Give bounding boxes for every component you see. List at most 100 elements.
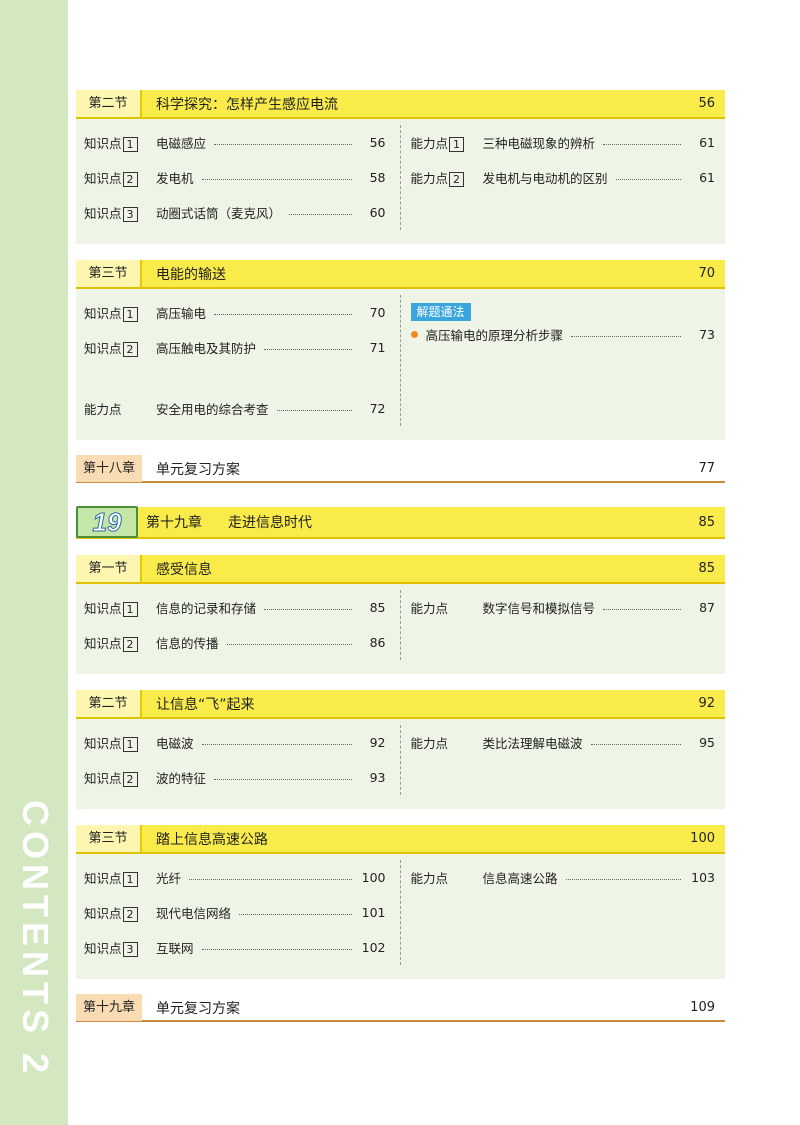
toc-entry[interactable]: 能力点 1 三种电磁现象的辨析 61 xyxy=(410,125,715,160)
chapter-label: 第十九章 xyxy=(146,515,202,531)
leader-dots xyxy=(603,144,681,145)
section-header[interactable]: 第三节 踏上信息高速公路 100 xyxy=(76,825,725,854)
leader-dots xyxy=(201,744,352,745)
section-sec-c: 第一节 感受信息 85 知识点 1 信息的记录和存储 85 知识点 2 信息的传播 86 能… xyxy=(76,555,725,674)
entry-kind: 知识点 xyxy=(84,871,122,886)
section-body: 知识点 1 光纤 100 知识点 2 现代电信网络 101 知识点 3 互联网 102 能力点 信息… xyxy=(76,854,725,979)
toc-entry[interactable]: 能力点 2 发电机与电动机的区别 61 xyxy=(411,160,715,195)
toc-entry[interactable]: 知识点 2 发电机 58 xyxy=(84,160,386,195)
entry-kind: 能力点 xyxy=(410,136,449,151)
entry-kind: 知识点 xyxy=(84,906,122,921)
entry-kind: 知识点 xyxy=(84,736,122,751)
entry-page: 60 xyxy=(369,205,386,220)
right-column: 解题通法 高压输电的原理分析步骤 73 xyxy=(401,295,726,426)
chapter-header[interactable]: 19 第十九章 走进信息时代 85 xyxy=(76,506,725,539)
entry-page: 101 xyxy=(361,905,386,920)
entry-text: 高压触电及其防护 xyxy=(156,341,257,356)
toc-entry[interactable]: 知识点 3 动圈式话筒（麦克风） 60 xyxy=(84,195,386,230)
entry-number: 1 xyxy=(449,137,465,152)
section-body: 知识点 1 信息的记录和存储 85 知识点 2 信息的传播 86 能力点 数字信号和模拟信号 8… xyxy=(76,584,725,674)
entry-text: 数字信号和模拟信号 xyxy=(482,601,596,616)
toc-entry[interactable]: 知识点 2 信息的传播 86 xyxy=(84,625,386,660)
section-header[interactable]: 第二节 科学探究：怎样产生感应电流 56 xyxy=(76,90,725,119)
section-title: 感受信息 xyxy=(156,561,212,578)
toc-entry[interactable]: 知识点 2 波的特征 93 xyxy=(84,760,386,795)
entry-page: 103 xyxy=(691,870,715,885)
contents-vertical-label: CONTENTS 2 xyxy=(15,800,56,1079)
entry-kind: 知识点 xyxy=(84,136,122,151)
entry-text: 安全用电的综合考查 xyxy=(156,402,269,417)
toc-entry[interactable]: 高压输电的原理分析步骤 73 xyxy=(410,317,715,352)
entry-text: 高压输电的原理分析步骤 xyxy=(425,328,564,343)
entry-text: 三种电磁现象的辨析 xyxy=(482,136,596,151)
section-title: 科学探究：怎样产生感应电流 xyxy=(156,96,338,113)
section-label: 第三节 xyxy=(76,260,142,287)
section-header[interactable]: 第二节 让信息“飞”起来 92 xyxy=(76,690,725,719)
leader-dots xyxy=(239,914,352,915)
section-header[interactable]: 第一节 感受信息 85 xyxy=(76,555,725,584)
entry-page: 70 xyxy=(369,305,386,320)
toc-entry[interactable]: 能力点 数字信号和模拟信号 87 xyxy=(411,590,716,625)
leader-dots xyxy=(214,779,352,780)
entry-kind: 知识点 xyxy=(84,341,122,356)
entry-text: 发电机与电动机的区别 xyxy=(482,171,608,186)
toc-entry[interactable]: 知识点 1 电磁感应 56 xyxy=(84,125,386,160)
entry-number: 2 xyxy=(449,172,465,187)
entry-text: 发电机 xyxy=(156,171,194,186)
entry-text: 互联网 xyxy=(156,941,194,956)
right-column: 能力点 信息高速公路 103 xyxy=(401,860,726,965)
entry-page: 93 xyxy=(369,770,386,785)
leader-dots xyxy=(201,179,352,180)
entry-text: 高压输电 xyxy=(156,306,207,321)
left-column: 知识点 1 电磁波 92 知识点 2 波的特征 93 xyxy=(76,725,401,795)
leader-dots xyxy=(615,179,681,180)
toc-content: 第二节 科学探究：怎样产生感应电流 56 知识点 1 电磁感应 56 知识点 2 发电机 5… xyxy=(76,90,725,1046)
right-column: 能力点 数字信号和模拟信号 87 xyxy=(401,590,726,660)
leader-dots xyxy=(603,609,681,610)
section-body: 知识点 1 高压输电 70 知识点 2 高压触电及其防护 71 能力点 安全用电的综合考查 72… xyxy=(76,289,725,440)
entry-page: 102 xyxy=(361,940,386,955)
toc-entry[interactable]: 能力点 类比法理解电磁波 95 xyxy=(411,725,716,760)
entry-number: 2 xyxy=(122,907,138,922)
toc-entry[interactable]: 知识点 1 高压输电 70 xyxy=(84,295,386,330)
section-page: 70 xyxy=(698,266,715,281)
entry-text: 动圈式话筒（麦克风） xyxy=(156,206,282,221)
entry-number: 1 xyxy=(122,602,138,617)
bullet-icon xyxy=(410,331,418,338)
entry-kind: 能力点 xyxy=(410,871,449,886)
section-label: 第三节 xyxy=(76,825,142,852)
section-sec-b: 第三节 电能的输送 70 知识点 1 高压输电 70 知识点 2 高压触电及其防护 71 能… xyxy=(76,260,725,440)
leader-dots xyxy=(201,949,352,950)
section-header[interactable]: 第三节 电能的输送 70 xyxy=(76,260,725,289)
toc-entry[interactable]: 知识点 3 互联网 102 xyxy=(84,930,386,965)
review-page: 109 xyxy=(690,1000,715,1015)
entry-number: 1 xyxy=(122,137,138,152)
section-label: 第二节 xyxy=(76,90,142,117)
entry-number: 2 xyxy=(122,772,138,787)
toc-entry[interactable]: 知识点 1 信息的记录和存储 85 xyxy=(84,590,386,625)
toc-entry[interactable]: 知识点 1 光纤 100 xyxy=(84,860,386,895)
entry-page: 56 xyxy=(369,135,386,150)
unit-review-18[interactable]: 第十八章 单元复习方案 77 xyxy=(76,455,725,483)
toc-entry[interactable]: 知识点 2 现代电信网络 101 xyxy=(84,895,386,930)
entry-number: 3 xyxy=(122,207,138,222)
toc-entry[interactable]: 能力点 信息高速公路 103 xyxy=(411,860,716,895)
toc-entry[interactable]: 能力点 安全用电的综合考查 72 xyxy=(84,391,386,426)
leader-dots xyxy=(571,336,681,337)
unit-review-19[interactable]: 第十九章 单元复习方案 109 xyxy=(76,994,725,1022)
review-label: 第十八章 xyxy=(76,455,142,482)
right-column: 能力点 1 三种电磁现象的辨析 61 能力点 2 发电机与电动机的区别 61 xyxy=(401,125,726,230)
section-sec-e: 第三节 踏上信息高速公路 100 知识点 1 光纤 100 知识点 2 现代电信网络 101… xyxy=(76,825,725,979)
toc-entry[interactable]: 知识点 2 高压触电及其防护 71 xyxy=(84,330,386,365)
toc-entry[interactable]: 知识点 1 电磁波 92 xyxy=(84,725,386,760)
left-column: 知识点 1 信息的记录和存储 85 知识点 2 信息的传播 86 xyxy=(76,590,401,660)
entry-number: 2 xyxy=(122,342,138,357)
section-body: 知识点 1 电磁感应 56 知识点 2 发电机 58 知识点 3 动圈式话筒（麦克风） 60 能力… xyxy=(76,119,725,244)
leader-dots xyxy=(590,744,681,745)
entry-kind: 能力点 xyxy=(410,736,449,751)
entry-page: 87 xyxy=(699,600,715,615)
entry-kind: 能力点 xyxy=(410,601,449,616)
entry-page: 85 xyxy=(369,600,386,615)
entry-text: 光纤 xyxy=(156,871,182,886)
section-title: 电能的输送 xyxy=(156,266,226,283)
